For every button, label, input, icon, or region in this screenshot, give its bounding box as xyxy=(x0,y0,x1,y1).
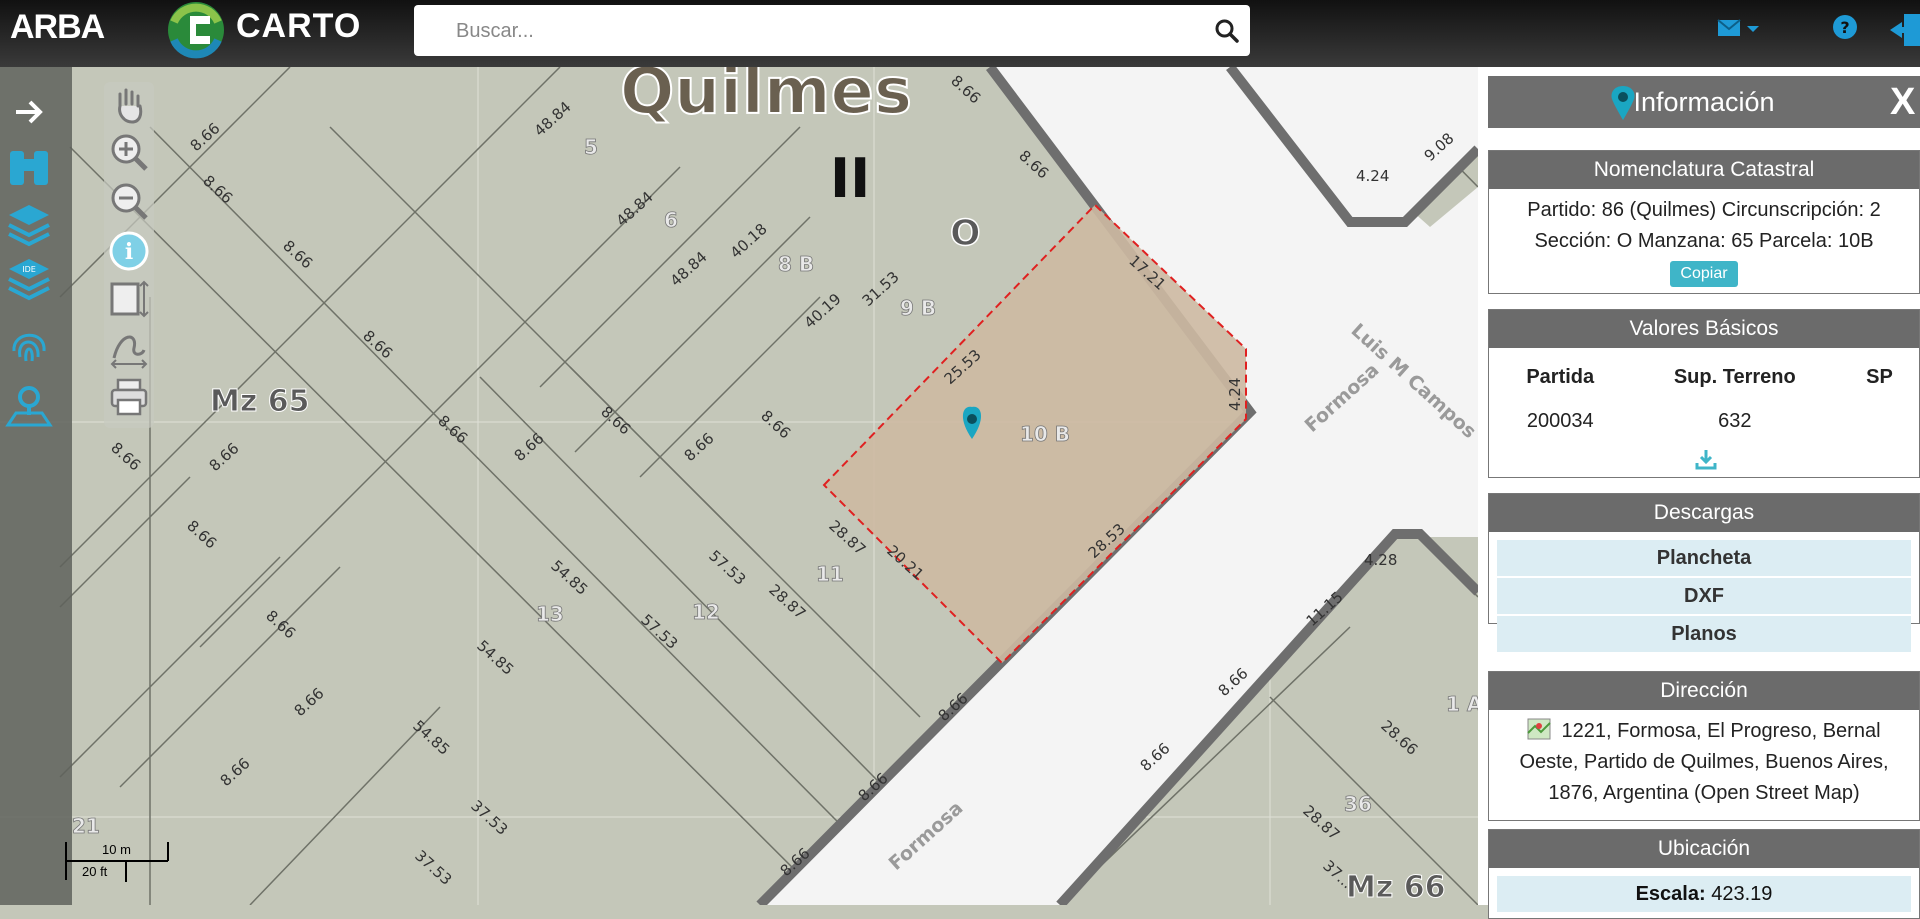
info-panel: Información X Nomenclatura Catastral Par… xyxy=(1478,67,1920,919)
nomenclatura-line2: Sección: O Manzana: 65 Parcela: 10B xyxy=(1534,230,1874,252)
parcel-label: 21 xyxy=(72,814,100,838)
descargas-card: Descargas Plancheta DXF Planos xyxy=(1488,493,1920,652)
ubicacion-heading: Ubicación xyxy=(1489,830,1919,868)
escala-value: 423.19 xyxy=(1711,883,1773,905)
parcel-label: 11 xyxy=(816,562,844,586)
download-dxf-link[interactable]: DXF xyxy=(1497,578,1911,614)
carto-globe-icon xyxy=(168,2,224,59)
parcel-label: 10 B xyxy=(1020,422,1070,446)
parcel-label: 6 xyxy=(664,208,678,232)
top-bar: ARBA CARTO ? xyxy=(0,0,1920,67)
print-icon[interactable] xyxy=(108,376,150,418)
logout-icon[interactable] xyxy=(1888,10,1920,50)
info-panel-title: Información xyxy=(1633,87,1775,117)
scale-bar: 10 m 20 ft xyxy=(64,838,174,884)
valores-heading: Valores Básicos xyxy=(1489,310,1919,348)
table-cell: 200034 xyxy=(1526,409,1594,432)
map-nav-toolbar: i xyxy=(104,82,154,428)
svg-text:?: ? xyxy=(1840,18,1849,37)
carto-logo: CARTO xyxy=(236,7,362,45)
layers-ide-icon[interactable]: IDE xyxy=(4,255,54,301)
search-input[interactable] xyxy=(454,5,1198,58)
dimension-label: 4.24 xyxy=(1226,378,1244,411)
parcel-label: 13 xyxy=(536,602,564,626)
direccion-heading: Dirección xyxy=(1489,672,1919,710)
dimension-label: 4.24 xyxy=(1356,167,1389,185)
parcel-label: 5 xyxy=(584,135,598,159)
parcel-label: 8 B xyxy=(778,252,814,276)
download-plancheta-link[interactable]: Plancheta xyxy=(1497,540,1911,576)
column-header: Partida xyxy=(1526,365,1595,388)
valores-table: Partida Sup. Terreno SP 200034 632 xyxy=(1495,354,1915,442)
info-icon[interactable]: i xyxy=(108,230,150,272)
fingerprint-icon[interactable] xyxy=(4,321,54,367)
valores-card: Valores Básicos Partida Sup. Terreno SP … xyxy=(1488,309,1920,478)
copy-button[interactable]: Copiar xyxy=(1670,261,1738,287)
parcel-label: 1 A xyxy=(1446,692,1478,716)
column-header: SP xyxy=(1866,365,1893,388)
parcel-label: 36 xyxy=(1344,792,1372,816)
measure-area-icon[interactable] xyxy=(108,278,150,320)
map-pin-icon[interactable] xyxy=(4,383,54,429)
ubicacion-card: Ubicación Escala: 423.19 xyxy=(1488,829,1920,919)
dimension-label: 4.28 xyxy=(1364,551,1397,569)
table-cell: 632 xyxy=(1718,409,1752,432)
mail-icon[interactable] xyxy=(1716,14,1766,44)
zoom-out-icon[interactable] xyxy=(108,180,150,222)
section-letter-label: O xyxy=(950,213,981,254)
download-planos-link[interactable]: Planos xyxy=(1497,616,1911,652)
nomenclatura-heading: Nomenclatura Catastral xyxy=(1489,151,1919,189)
descargas-heading: Descargas xyxy=(1489,494,1919,532)
left-toolbar: IDE xyxy=(0,67,72,905)
parcel-label: 9 B xyxy=(900,296,936,320)
address-line1: 1221, Formosa, El Progreso, Bernal xyxy=(1561,720,1881,742)
nomenclatura-card: Nomenclatura Catastral Partido: 86 (Quil… xyxy=(1488,150,1920,294)
cadastral-map[interactable]: Quilmes II O Mz 65 Mz 66 5 6 8 B 9 B 10 … xyxy=(0,67,1478,905)
search-box xyxy=(414,5,1250,58)
address-line3: 1876, Argentina (Open Street Map) xyxy=(1548,782,1860,804)
search-icon[interactable] xyxy=(1214,18,1240,44)
table-cell xyxy=(1844,400,1915,442)
close-button[interactable]: X xyxy=(1890,80,1920,124)
section-roman-label: II xyxy=(830,147,870,210)
arba-logo[interactable]: ARBA xyxy=(10,8,105,47)
scale-top-label: 10 m xyxy=(102,842,131,857)
layers-icon[interactable] xyxy=(4,201,54,247)
route-icon[interactable] xyxy=(108,328,150,370)
map-thumbnail-icon[interactable] xyxy=(1527,717,1552,741)
block-label-mz65: Mz 65 xyxy=(210,384,310,419)
info-panel-header: Información X xyxy=(1488,76,1920,128)
parcel-label: 12 xyxy=(692,600,720,624)
arrow-right-icon[interactable] xyxy=(4,89,54,135)
help-icon[interactable]: ? xyxy=(1832,14,1858,40)
place-title: Quilmes xyxy=(620,67,912,129)
escala-label: Escala: xyxy=(1635,883,1706,905)
binoculars-icon[interactable] xyxy=(4,145,54,191)
scale-bottom-label: 20 ft xyxy=(82,864,108,879)
zoom-in-icon[interactable] xyxy=(108,131,150,173)
chevron-down-icon xyxy=(1747,26,1759,32)
direccion-card: Dirección 1221, Formosa, El Progreso, Be… xyxy=(1488,671,1920,821)
block-label-mz66: Mz 66 xyxy=(1346,870,1446,905)
nomenclatura-line1: Partido: 86 (Quilmes) Circunscripción: 2 xyxy=(1527,199,1881,221)
svg-text:i: i xyxy=(125,239,133,265)
column-header: Sup. Terreno xyxy=(1673,365,1796,388)
pan-hand-icon[interactable] xyxy=(108,84,150,126)
svg-text:IDE: IDE xyxy=(22,265,36,274)
address-line2: Oeste, Partido de Quilmes, Buenos Aires, xyxy=(1519,751,1889,773)
download-icon[interactable] xyxy=(1695,448,1717,470)
